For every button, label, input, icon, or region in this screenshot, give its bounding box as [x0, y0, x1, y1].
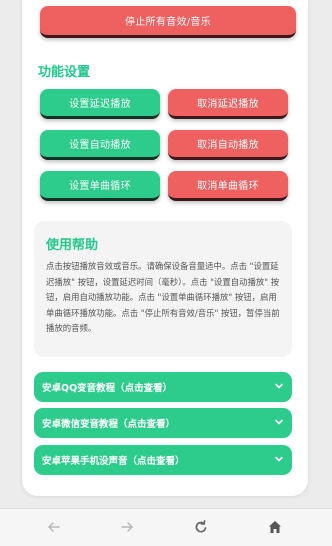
home-icon[interactable]: [267, 519, 283, 535]
browser-nav-bar: [0, 508, 332, 546]
iphone-no-sound-link[interactable]: 安卓苹果手机没声音（点击查看）: [34, 445, 292, 475]
link-label: 安卓QQ变音教程（点击查看）: [42, 383, 173, 394]
wechat-voice-tutorial-link[interactable]: 安卓微信变音教程（点击查看）: [34, 408, 292, 438]
refresh-icon[interactable]: [193, 519, 209, 535]
screen: 停止所有音效/音乐 功能设置 设置延迟播放 取消延迟播放 设置自动播放 取消自动…: [0, 0, 332, 546]
chevron-down-icon: [275, 383, 283, 389]
chevron-down-icon: [275, 419, 283, 425]
set-delay-play-button[interactable]: 设置延迟播放: [40, 89, 160, 119]
cancel-delay-play-button[interactable]: 取消延迟播放: [168, 89, 288, 119]
stop-all-button[interactable]: 停止所有音效/音乐: [40, 6, 296, 38]
chevron-down-icon: [275, 456, 283, 462]
settings-title: 功能设置: [38, 65, 91, 80]
help-panel: 使用帮助 点击按钮播放音效或音乐。请确保设备音量适中。点击 "设置延迟播放" 按…: [34, 221, 292, 357]
link-label: 安卓苹果手机没声音（点击查看）: [42, 456, 185, 467]
qq-voice-tutorial-link[interactable]: 安卓QQ变音教程（点击查看）: [34, 372, 292, 402]
help-title: 使用帮助: [46, 238, 99, 253]
set-single-loop-button[interactable]: 设置单曲循环: [40, 171, 160, 201]
forward-arrow-icon[interactable]: [119, 519, 135, 535]
cancel-single-loop-button[interactable]: 取消单曲循环: [168, 171, 288, 201]
cancel-auto-play-button[interactable]: 取消自动播放: [168, 130, 288, 160]
back-arrow-icon[interactable]: [46, 519, 62, 535]
link-label: 安卓微信变音教程（点击查看）: [42, 419, 176, 430]
set-auto-play-button[interactable]: 设置自动播放: [40, 130, 160, 160]
help-text: 点击按钮播放音效或音乐。请确保设备音量适中。点击 "设置延迟播放" 按钮，设置延…: [46, 261, 280, 333]
